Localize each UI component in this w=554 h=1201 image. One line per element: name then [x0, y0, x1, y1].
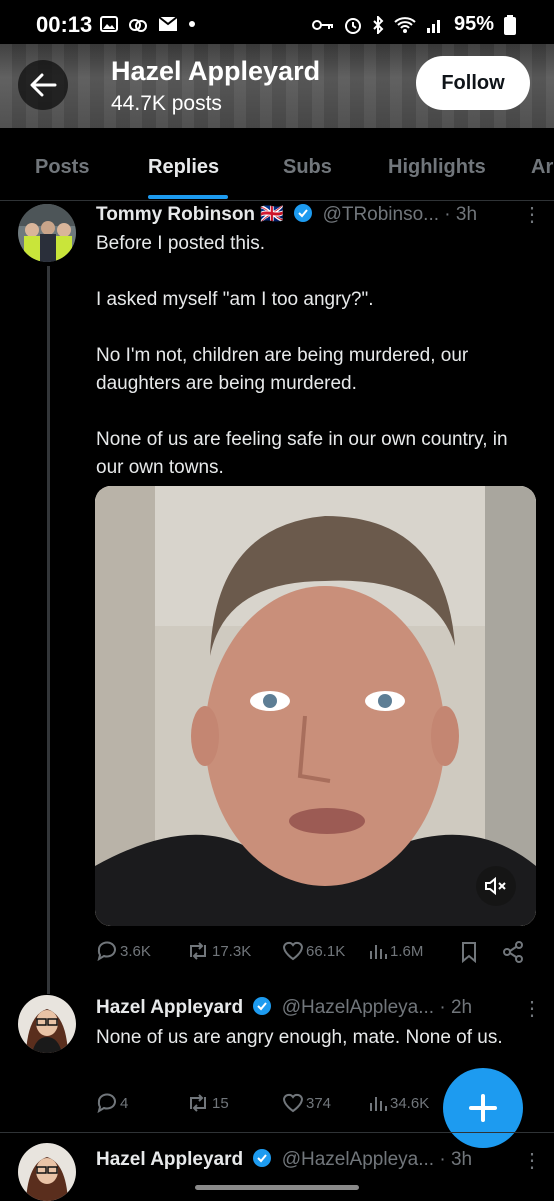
view-count: 34.6K: [390, 1094, 430, 1112]
reply-count: 4: [120, 1094, 129, 1112]
bookmark-icon: [462, 942, 476, 963]
post-paragraph: No I'm not, children are being murdered,…: [96, 345, 469, 394]
tab-posts[interactable]: Posts: [35, 156, 89, 179]
heart-icon: [282, 1093, 304, 1113]
profile-name: Hazel Appleyard: [111, 56, 321, 86]
repost-count: 15: [212, 1094, 229, 1112]
key-icon: [311, 19, 333, 30]
gallery-icon: [100, 16, 118, 32]
repost-icon: [190, 942, 206, 960]
wifi-icon: [394, 16, 416, 33]
verified-badge-icon: [294, 204, 313, 222]
compose-button[interactable]: [443, 1068, 523, 1148]
post-time: · 2h: [439, 997, 473, 1018]
post-header: Hazel Appleyard @HazelApplеya... · 2h: [96, 996, 472, 1019]
like-action[interactable]: 66.1K: [282, 941, 345, 961]
author-name[interactable]: Hazel Appleyard: [96, 997, 243, 1018]
author-handle: @HazelApplеya...: [281, 1149, 435, 1170]
home-indicator[interactable]: [195, 1185, 359, 1190]
post-paragraph: Before I posted this.: [96, 233, 265, 254]
more-options-icon[interactable]: ⋮: [522, 202, 542, 227]
bluetooth-icon: [373, 15, 384, 34]
avatar[interactable]: [18, 1143, 76, 1201]
profile-header: Hazel Appleyard 44.7K posts Follow: [0, 44, 554, 128]
like-action[interactable]: 374: [282, 1093, 331, 1113]
bookmark-action[interactable]: [460, 941, 478, 963]
repost-action[interactable]: 15: [186, 1093, 229, 1113]
status-time: 00:13: [36, 12, 93, 37]
verified-badge-icon: [253, 997, 272, 1015]
thread-line: [47, 266, 50, 994]
follow-button[interactable]: Follow: [416, 56, 530, 110]
author-handle: @TRobinso...: [322, 204, 440, 225]
post-body: Before I posted this. I asked myself "am…: [96, 230, 536, 482]
more-options-icon[interactable]: ⋮: [522, 1148, 542, 1173]
signal-icon: [426, 19, 440, 33]
profile-tabs: Posts Replies Subs Highlights Ar: [0, 128, 554, 201]
views-icon: [370, 945, 387, 959]
battery-level: 95%: [453, 13, 494, 35]
reply-icon: [97, 1093, 116, 1113]
post-header: Tommy Robinson 🇬🇧 @TRobinso... · 3h: [96, 202, 477, 226]
share-action[interactable]: [502, 941, 524, 963]
repost-count: 17.3K: [212, 942, 252, 960]
profile-post-count: 44.7K posts: [111, 92, 222, 115]
status-bar: 00:13 95%: [0, 0, 554, 44]
repost-action[interactable]: 17.3K: [186, 941, 251, 961]
repost-icon: [190, 1094, 206, 1112]
avatar[interactable]: [18, 995, 76, 1053]
back-button[interactable]: [18, 60, 68, 110]
battery-icon: [504, 14, 516, 35]
like-count: 66.1K: [306, 942, 346, 960]
reply-count: 3.6K: [120, 942, 151, 960]
post-time: · 3h: [439, 1149, 473, 1170]
views-action[interactable]: 1.6M: [368, 941, 423, 961]
tab-highlights[interactable]: Highlights: [388, 156, 486, 179]
like-count: 374: [306, 1094, 332, 1112]
reply-action[interactable]: 4: [96, 1093, 128, 1113]
reply-icon: [97, 941, 116, 961]
verified-badge-icon: [253, 1149, 272, 1167]
post-header: Hazel Appleyard @HazelApplеya... · 3h: [96, 1148, 472, 1171]
more-options-icon[interactable]: ⋮: [522, 996, 542, 1021]
video-frame: [95, 486, 536, 926]
tab-articles[interactable]: Ar: [531, 156, 553, 179]
back-arrow-icon: [30, 73, 57, 97]
cloud-sync-icon: [129, 19, 147, 32]
mute-button[interactable]: [476, 866, 516, 906]
alarm-icon: [344, 17, 361, 34]
views-action[interactable]: 34.6K: [368, 1093, 429, 1113]
video-player[interactable]: [95, 486, 536, 926]
post-actions: 3.6K 17.3K 66.1K 1.6M: [96, 941, 536, 971]
muted-speaker-icon: [485, 876, 506, 896]
plus-icon: [469, 1094, 497, 1122]
post-time: · 3h: [444, 204, 478, 225]
heart-icon: [282, 941, 304, 961]
views-icon: [370, 1097, 387, 1111]
author-handle: @HazelApplеya...: [281, 997, 435, 1018]
view-count: 1.6M: [390, 942, 424, 960]
reply-action[interactable]: 3.6K: [96, 941, 151, 961]
post-body: None of us are angry enough, mate. None …: [96, 1027, 503, 1048]
active-tab-indicator: [148, 195, 228, 199]
post-paragraph: None of us are feeling safe in our own c…: [96, 429, 508, 478]
post-divider: [0, 1132, 554, 1133]
avatar[interactable]: [18, 204, 76, 262]
author-name[interactable]: Hazel Appleyard: [96, 1149, 243, 1170]
author-name[interactable]: Tommy Robinson: [96, 204, 255, 225]
mail-icon: [158, 16, 178, 31]
dot-icon: [189, 21, 195, 27]
tab-subs[interactable]: Subs: [283, 156, 332, 179]
flag-emoji: 🇬🇧: [260, 204, 284, 225]
post-paragraph: I asked myself "am I too angry?".: [96, 289, 374, 310]
tab-replies[interactable]: Replies: [148, 156, 219, 179]
share-icon: [503, 941, 523, 963]
